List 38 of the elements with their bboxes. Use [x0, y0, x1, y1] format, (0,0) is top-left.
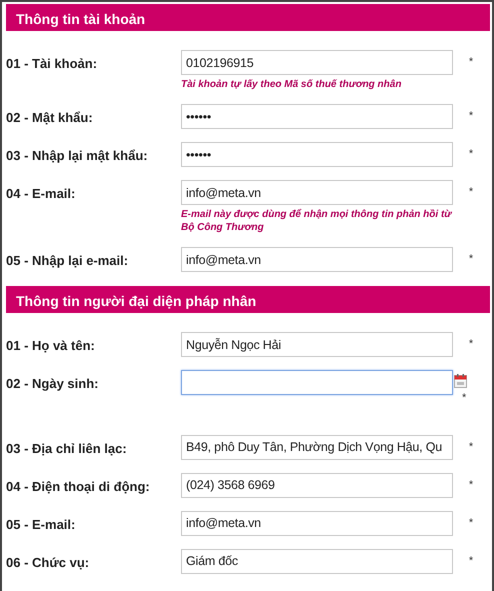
required-mark: * — [468, 109, 474, 124]
input-field[interactable]: Giám đốc — [181, 548, 453, 574]
input-field[interactable]: 0102196915 — [181, 50, 453, 75]
required-mark: * — [468, 440, 474, 454]
input-field[interactable]: info@meta.vn — [181, 510, 453, 536]
input-field[interactable]: Nguyễn Ngọc Hải — [181, 332, 453, 357]
hint-text: Tài khoản tự lấy theo Mã số thuế thương nhân — [181, 78, 402, 91]
field-label: 05 - E-mail: — [6, 516, 76, 534]
field-label: 05 - Nhập lại e-mail: — [6, 252, 130, 270]
input-field[interactable]: B49, phô Duy Tân, Phường Dịch Vọng Hậu, Qu — [181, 434, 453, 460]
input-field[interactable] — [181, 370, 453, 395]
input-field[interactable]: info@meta.vn — [181, 180, 453, 205]
required-mark: * — [468, 337, 474, 352]
input-field[interactable]: info@meta.vn — [181, 247, 453, 272]
required-mark: * — [468, 252, 474, 267]
section-header: Thông tin người đại diện pháp nhân — [6, 286, 490, 313]
field-label: 06 - Chức vụ: — [6, 554, 90, 572]
field-label: 03 - Địa chỉ liên lạc: — [6, 440, 128, 458]
required-mark: * — [461, 391, 466, 406]
required-mark: * — [468, 554, 474, 568]
required-mark: * — [468, 55, 474, 70]
field-label: 02 - Mật khẩu: — [6, 109, 94, 127]
field-label: 04 - E-mail: — [6, 185, 76, 203]
required-mark: * — [468, 147, 474, 162]
section-header: Thông tin tài khoản — [6, 4, 490, 31]
input-field[interactable]: •••••• — [181, 104, 453, 129]
field-label: 03 - Nhập lại mật khẩu: — [6, 147, 149, 165]
required-mark: * — [468, 516, 474, 530]
field-label: 04 - Điện thoại di động: — [6, 478, 151, 496]
hint-text: E-mail này được dùng để nhận mọi thông tin phản hồi từ Bộ Công Thương — [181, 208, 453, 234]
calendar-icon[interactable] — [454, 374, 467, 388]
field-label: 01 - Tài khoản: — [6, 55, 98, 73]
required-mark: * — [468, 185, 474, 200]
input-field[interactable]: (024) 3568 6969 — [181, 472, 453, 498]
required-mark: * — [468, 478, 474, 492]
field-label: 01 - Họ và tên: — [6, 337, 96, 355]
input-field[interactable]: •••••• — [181, 142, 453, 167]
field-label: 02 - Ngày sinh: — [6, 375, 100, 393]
